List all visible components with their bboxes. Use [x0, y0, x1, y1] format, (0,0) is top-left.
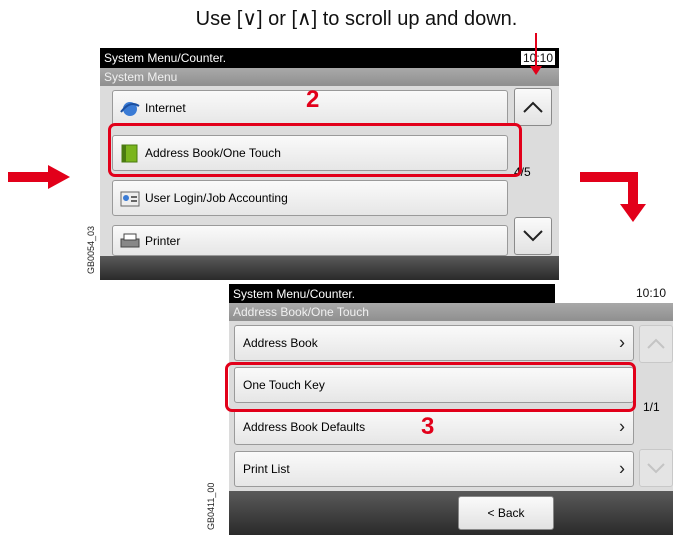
turn-down-arrow-icon — [580, 172, 654, 235]
scroll-down-button[interactable] — [639, 449, 673, 487]
chevron-right-icon: › — [619, 332, 625, 353]
chevron-up-icon — [523, 101, 543, 113]
subtitle-text: System Menu — [104, 70, 178, 84]
bottom-bar: < Back — [229, 491, 673, 535]
subtitle-text: Address Book/One Touch — [233, 305, 369, 319]
back-button[interactable]: < Back — [458, 496, 554, 530]
instruction-caption: Use [∨] or [∧] to scroll up and down. — [195, 8, 518, 30]
chevron-down-icon — [523, 230, 543, 242]
title-bar: System Menu/Counter. — [100, 48, 559, 68]
clock: 10:10 — [636, 286, 667, 300]
left-arrow-icon — [8, 165, 70, 194]
chevron-down-icon — [647, 463, 665, 474]
chevron-right-icon: › — [619, 458, 625, 479]
menu-item-label: User Login/Job Accounting — [145, 191, 288, 205]
title-text: System Menu/Counter. — [104, 51, 227, 65]
pointer-arrowhead — [530, 66, 542, 75]
user-login-icon — [120, 191, 140, 207]
scroll-down-button[interactable] — [514, 217, 552, 255]
highlight-one-touch-key — [225, 362, 636, 412]
menu-item-label: Address Book — [243, 336, 318, 350]
menu-item-label: Print List — [243, 462, 290, 476]
title-text: System Menu/Counter. — [233, 287, 356, 301]
menu-item-label: Internet — [145, 101, 186, 115]
clock: 10:10 — [521, 51, 556, 65]
figure-id-label: GB0411_00 — [206, 482, 216, 530]
highlight-address-book-one-touch — [108, 123, 522, 177]
step-number-2: 2 — [306, 86, 320, 113]
scroll-up-button[interactable] — [514, 88, 552, 126]
menu-item-print-list[interactable]: Print List › — [234, 451, 634, 487]
chevron-up-icon — [647, 338, 665, 349]
chevron-right-icon: › — [619, 416, 625, 437]
scroll-up-button[interactable] — [639, 325, 673, 363]
printer-icon — [120, 233, 140, 247]
internet-icon — [120, 102, 140, 116]
subtitle-bar: System Menu — [100, 68, 559, 86]
menu-item-label: Printer — [145, 233, 181, 248]
subtitle-bar: Address Book/One Touch — [229, 303, 673, 321]
menu-item-label: Address Book Defaults — [243, 420, 366, 434]
title-bar: System Menu/Counter. — [229, 284, 555, 304]
menu-item-address-book[interactable]: Address Book › — [234, 325, 634, 361]
page-counter: 1/1 — [643, 400, 660, 414]
menu-item-user-login-job-accounting[interactable]: User Login/Job Accounting — [112, 180, 508, 216]
figure-id-label: GB0054_03 — [86, 225, 96, 274]
bottom-bar — [100, 256, 559, 280]
menu-item-printer[interactable]: Printer — [112, 225, 508, 256]
step-number-3: 3 — [421, 413, 435, 440]
